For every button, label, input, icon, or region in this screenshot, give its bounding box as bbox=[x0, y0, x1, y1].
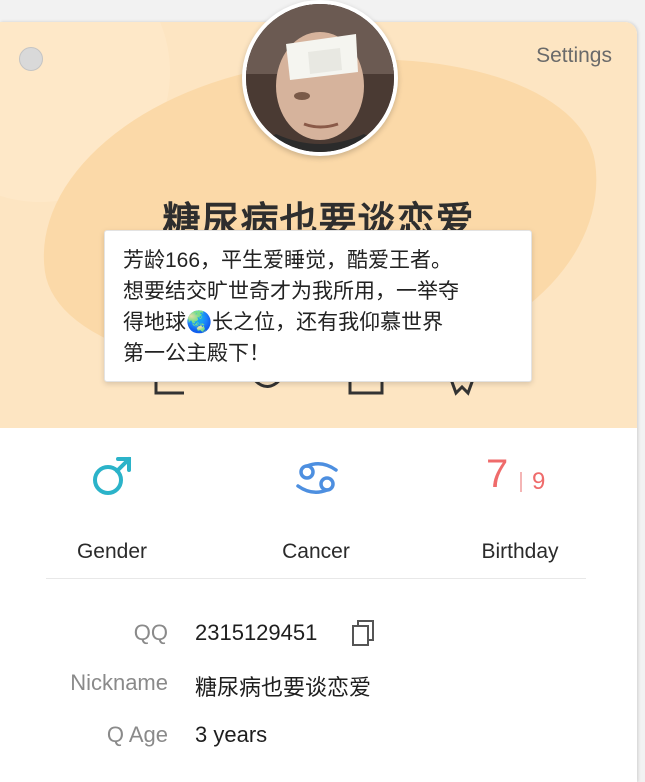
nickname-label: Nickname bbox=[70, 670, 168, 695]
qq-value[interactable]: 2315129451 bbox=[195, 620, 317, 646]
nickname-row: Nickname 糖尿病也要谈恋爱 bbox=[0, 670, 637, 702]
nickname-value: 糖尿病也要谈恋爱 bbox=[195, 675, 372, 700]
birthday-month: 7 bbox=[486, 452, 509, 496]
avatar[interactable] bbox=[242, 0, 398, 156]
copy-icon[interactable] bbox=[350, 618, 378, 648]
qage-value: 3 years bbox=[195, 722, 268, 747]
male-icon bbox=[88, 452, 136, 505]
birthday-label: Birthday bbox=[481, 540, 559, 563]
qq-row: QQ 2315129451 bbox=[0, 620, 637, 652]
birthday-day: 9 bbox=[532, 468, 546, 495]
birthday-value: 7 9 bbox=[486, 452, 576, 512]
birthday-separator bbox=[520, 472, 522, 492]
settings-link[interactable]: Settings bbox=[536, 44, 612, 68]
qq-label: QQ bbox=[133, 620, 168, 645]
section-divider bbox=[46, 578, 586, 579]
qage-row: Q Age 3 years bbox=[0, 722, 637, 754]
zodiac-label: Cancer bbox=[282, 540, 350, 563]
window-control-dot[interactable] bbox=[19, 47, 43, 71]
bio-text: 芳龄166，平生爱睡觉，酷爱王者。 想要结交旷世奇才为我所用，一举夺 得地球🌏长… bbox=[123, 249, 459, 365]
profile-stats: Gender Cancer 7 9 Birthday bbox=[0, 452, 637, 572]
bio-tooltip: 芳龄166，平生爱睡觉，酷爱王者。 想要结交旷世奇才为我所用，一举夺 得地球🌏长… bbox=[104, 230, 532, 382]
qage-label: Q Age bbox=[106, 722, 168, 747]
cancer-zodiac-icon bbox=[294, 458, 340, 503]
gender-label: Gender bbox=[76, 540, 148, 563]
